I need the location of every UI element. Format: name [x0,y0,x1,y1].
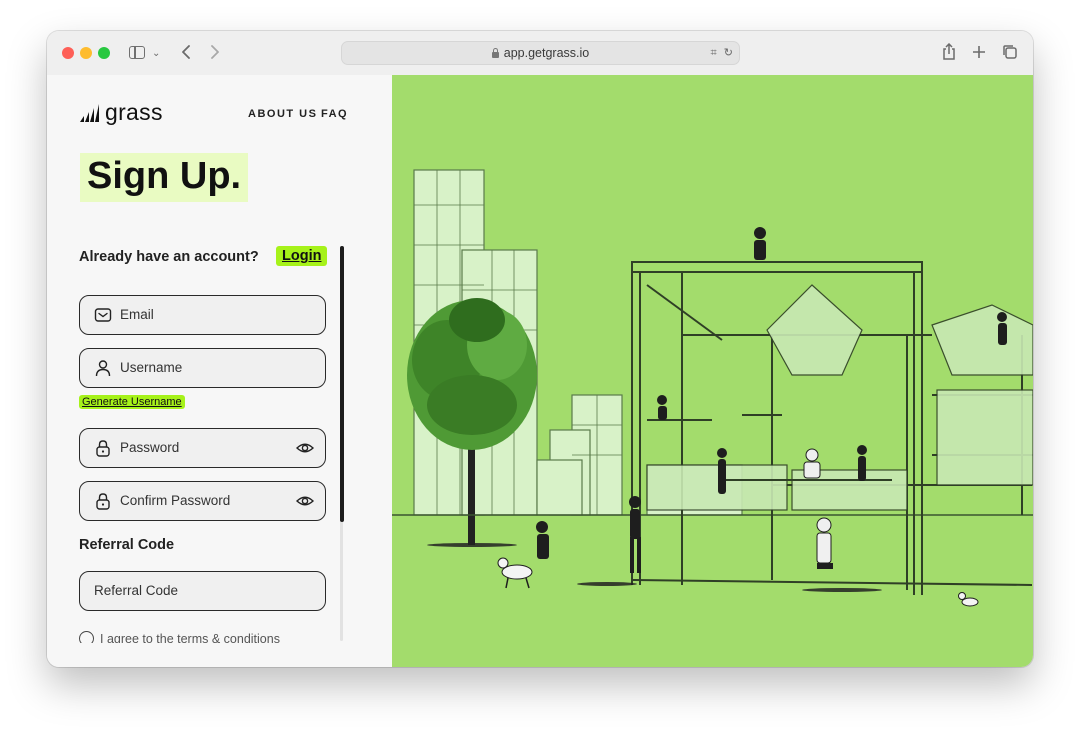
back-icon[interactable] [181,45,191,59]
scrollbar-thumb[interactable] [340,246,344,522]
forward-icon[interactable] [210,45,220,59]
reload-icon[interactable]: ↻ [724,47,733,59]
generate-username-button[interactable]: Generate Username [79,395,185,409]
username-field[interactable]: Username [79,348,326,388]
maximize-window-button[interactable] [98,47,110,59]
login-button[interactable]: Login [276,246,328,266]
mail-icon [94,308,112,322]
hero-illustration [392,75,1033,667]
eye-icon[interactable] [296,492,314,510]
email-placeholder: Email [120,307,154,322]
browser-toolbar: ⌄ app.getgrass.io ⌗ ↻ [47,31,1033,76]
nav-about-us[interactable]: ABOUT US [248,108,317,120]
page-title: Sign Up. [80,153,249,202]
signup-panel: grass ABOUT US FAQ Sign Up. Already have… [47,75,392,667]
password-field[interactable]: Password [79,428,326,468]
logo-text: grass [105,99,163,125]
padlock-icon [96,493,110,510]
translate-icon[interactable]: ⌗ [711,47,717,59]
dog [497,557,533,589]
referral-placeholder: Referral Code [94,583,179,598]
logo[interactable]: grass [79,99,163,126]
confirm-password-field[interactable]: Confirm Password [79,481,326,521]
small-dog [958,592,979,607]
plus-icon[interactable] [972,45,986,59]
password-placeholder: Password [120,440,180,455]
eye-icon[interactable] [296,439,314,457]
email-field[interactable]: Email [79,295,326,335]
already-account-text: Already have an account? [79,249,259,265]
share-icon[interactable] [942,43,956,61]
chevron-down-icon[interactable]: ⌄ [152,44,160,64]
browser-window: ⌄ app.getgrass.io ⌗ ↻ grass ABOUT US FAQ… [47,31,1033,667]
tabs-icon[interactable] [1002,44,1018,60]
sidebar-icon[interactable] [129,46,145,59]
address-bar[interactable]: app.getgrass.io ⌗ ↻ [341,41,740,65]
confirm-password-placeholder: Confirm Password [120,493,231,508]
terms-row[interactable]: I agree to the terms & conditions [79,631,280,643]
user-icon [95,360,111,377]
grass-logo-icon [80,104,99,122]
minimize-window-button[interactable] [80,47,92,59]
padlock-icon [96,440,110,457]
nav-faq[interactable]: FAQ [321,108,348,120]
referral-code-field[interactable]: Referral Code [79,571,326,611]
city-illustration [392,169,1033,607]
referral-heading: Referral Code [79,537,175,553]
terms-checkbox[interactable] [79,631,94,643]
url-text: app.getgrass.io [503,46,590,60]
close-window-button[interactable] [62,47,74,59]
terms-label: I agree to the terms & conditions [100,632,280,643]
lock-icon [491,48,499,58]
username-placeholder: Username [120,360,183,375]
